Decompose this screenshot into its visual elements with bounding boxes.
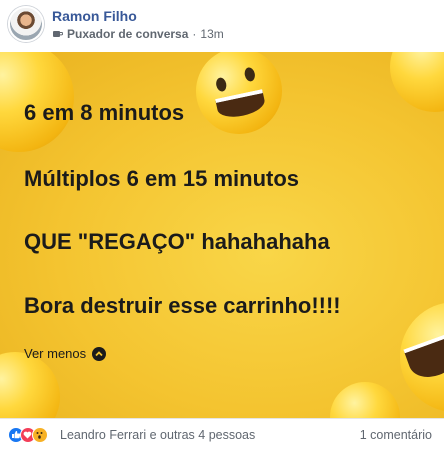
- post-text-line: Múltiplos 6 em 15 minutos: [24, 166, 300, 191]
- post-text-line: Bora destruir esse carrinho!!!!: [24, 293, 341, 318]
- post-meta: Puxador de conversa · 13m: [52, 27, 224, 41]
- see-less-label: Ver menos: [24, 346, 87, 361]
- smiling-emoji-icon: [390, 52, 444, 112]
- chevron-up-icon: [92, 346, 107, 361]
- author-name[interactable]: Ramon Filho: [52, 8, 137, 24]
- post-background: 6 em 8 minutos Múltiplos 6 em 15 minutos…: [0, 52, 444, 418]
- grinning-emoji-icon: [187, 52, 291, 143]
- smiling-emoji-icon: [330, 382, 400, 418]
- laughing-emoji-icon: [0, 352, 60, 418]
- post-text-line: 6 em 8 minutos: [24, 100, 185, 125]
- wow-icon: [32, 427, 48, 443]
- post-time[interactable]: 13m: [200, 27, 223, 41]
- post-header: Ramon Filho Puxador de conversa · 13m: [0, 0, 444, 52]
- reaction-icons[interactable]: [8, 427, 48, 443]
- see-less-button[interactable]: Ver menos: [24, 346, 107, 361]
- avatar[interactable]: [8, 6, 44, 42]
- coffee-cup-icon: [53, 31, 63, 37]
- post-footer: Leandro Ferrari e outras 4 pessoas 1 com…: [0, 418, 444, 450]
- comment-count[interactable]: 1 comentário: [360, 428, 432, 442]
- reactors-text[interactable]: Leandro Ferrari e outras 4 pessoas: [60, 428, 255, 442]
- laughing-emoji-icon: [400, 302, 444, 412]
- meta-separator: ·: [192, 27, 197, 41]
- group-name[interactable]: Puxador de conversa: [67, 27, 188, 41]
- post-text-line: QUE "REGAÇO" hahahahaha: [24, 229, 330, 254]
